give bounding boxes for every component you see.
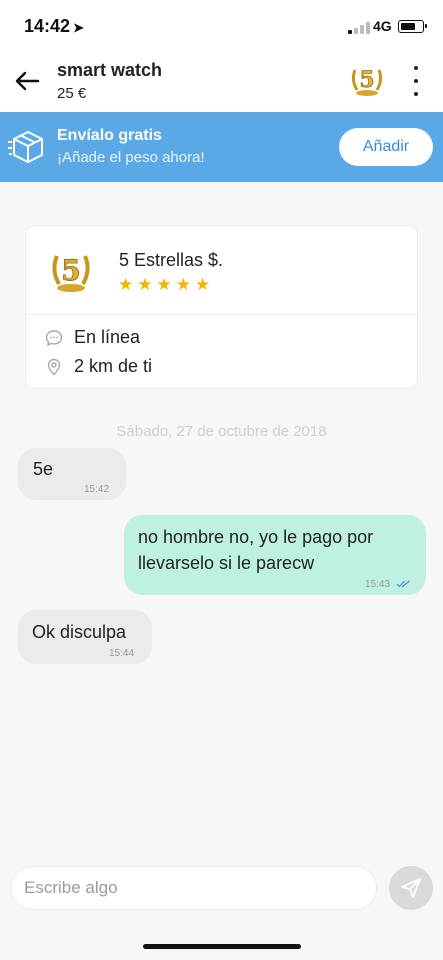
battery-level <box>400 22 416 30</box>
add-weight-button[interactable]: Añadir <box>339 128 433 166</box>
seller-distance: 2 km de ti <box>74 356 153 376</box>
message-input-wrapper <box>10 866 377 910</box>
more-options-button[interactable] <box>406 66 426 96</box>
seller-distance-row: 2 km de ti <box>44 356 152 377</box>
star-icon: ★ <box>175 275 191 294</box>
signal-strength-icon <box>348 22 370 34</box>
seller-rating: ★ ★ ★ ★ ★ <box>118 276 210 294</box>
shipping-title: Envíalo gratis <box>57 127 162 144</box>
card-divider <box>26 314 417 315</box>
message-text: Ok disculpa <box>32 622 127 642</box>
message-bubble-outgoing[interactable]: no hombre no, yo le pago por llevarselo … <box>124 515 426 595</box>
star-icon: ★ <box>118 275 134 294</box>
clock-text: 14:42 <box>24 16 71 36</box>
star-icon: ★ <box>137 275 153 294</box>
laurel-badge-icon: 5 <box>351 67 383 96</box>
message-time: 15:43 <box>365 579 391 590</box>
seller-profile-avatar: 5 <box>50 248 92 294</box>
message-text: no hombre no, yo le pago por llevarselo … <box>138 527 374 573</box>
svg-text:5: 5 <box>359 67 374 93</box>
seller-status: En línea <box>74 327 141 347</box>
date-separator: Sábado, 27 de octubre de 2018 <box>116 423 327 440</box>
location-pin-icon <box>44 357 64 377</box>
message-input[interactable] <box>11 867 376 909</box>
laurel-badge-icon: 5 <box>52 254 90 292</box>
status-time: 14:42 ➤ <box>24 16 84 37</box>
svg-text:5: 5 <box>61 254 80 287</box>
arrow-left-icon <box>15 71 40 91</box>
battery-icon <box>398 20 427 33</box>
shipping-banner: Envíalo gratis ¡Añade el peso ahora! Aña… <box>0 112 443 182</box>
chat-bubble-icon <box>44 328 64 348</box>
send-button[interactable] <box>389 866 433 910</box>
star-icon: ★ <box>195 275 211 294</box>
read-receipt-icon <box>396 580 410 588</box>
item-price: 25 € <box>57 85 87 102</box>
message-bubble-incoming[interactable]: 5e 15:42 <box>18 448 126 500</box>
send-icon <box>401 878 421 898</box>
shipping-subtitle: ¡Añade el peso ahora! <box>57 149 205 166</box>
star-icon: ★ <box>156 275 172 294</box>
location-arrow-icon: ➤ <box>73 20 84 35</box>
network-type: 4G <box>373 18 392 34</box>
package-icon <box>8 126 48 166</box>
status-bar: 14:42 ➤ 4G <box>0 0 443 52</box>
seller-avatar[interactable]: 5 <box>349 62 385 98</box>
message-time: 15:42 <box>84 484 110 495</box>
chat-header: smart watch 25 € 5 <box>0 52 443 112</box>
seller-name: 5 Estrellas $. <box>119 250 224 270</box>
message-time: 15:44 <box>109 648 135 659</box>
seller-profile-card[interactable]: 5 5 Estrellas $. ★ ★ ★ ★ ★ En línea 2 km… <box>25 225 418 389</box>
message-text: 5e <box>33 459 54 479</box>
back-button[interactable] <box>10 64 44 98</box>
seller-status-row: En línea <box>44 327 140 348</box>
home-indicator[interactable] <box>143 944 301 949</box>
message-bubble-incoming[interactable]: Ok disculpa 15:44 <box>18 610 152 664</box>
item-title[interactable]: smart watch <box>57 60 162 81</box>
